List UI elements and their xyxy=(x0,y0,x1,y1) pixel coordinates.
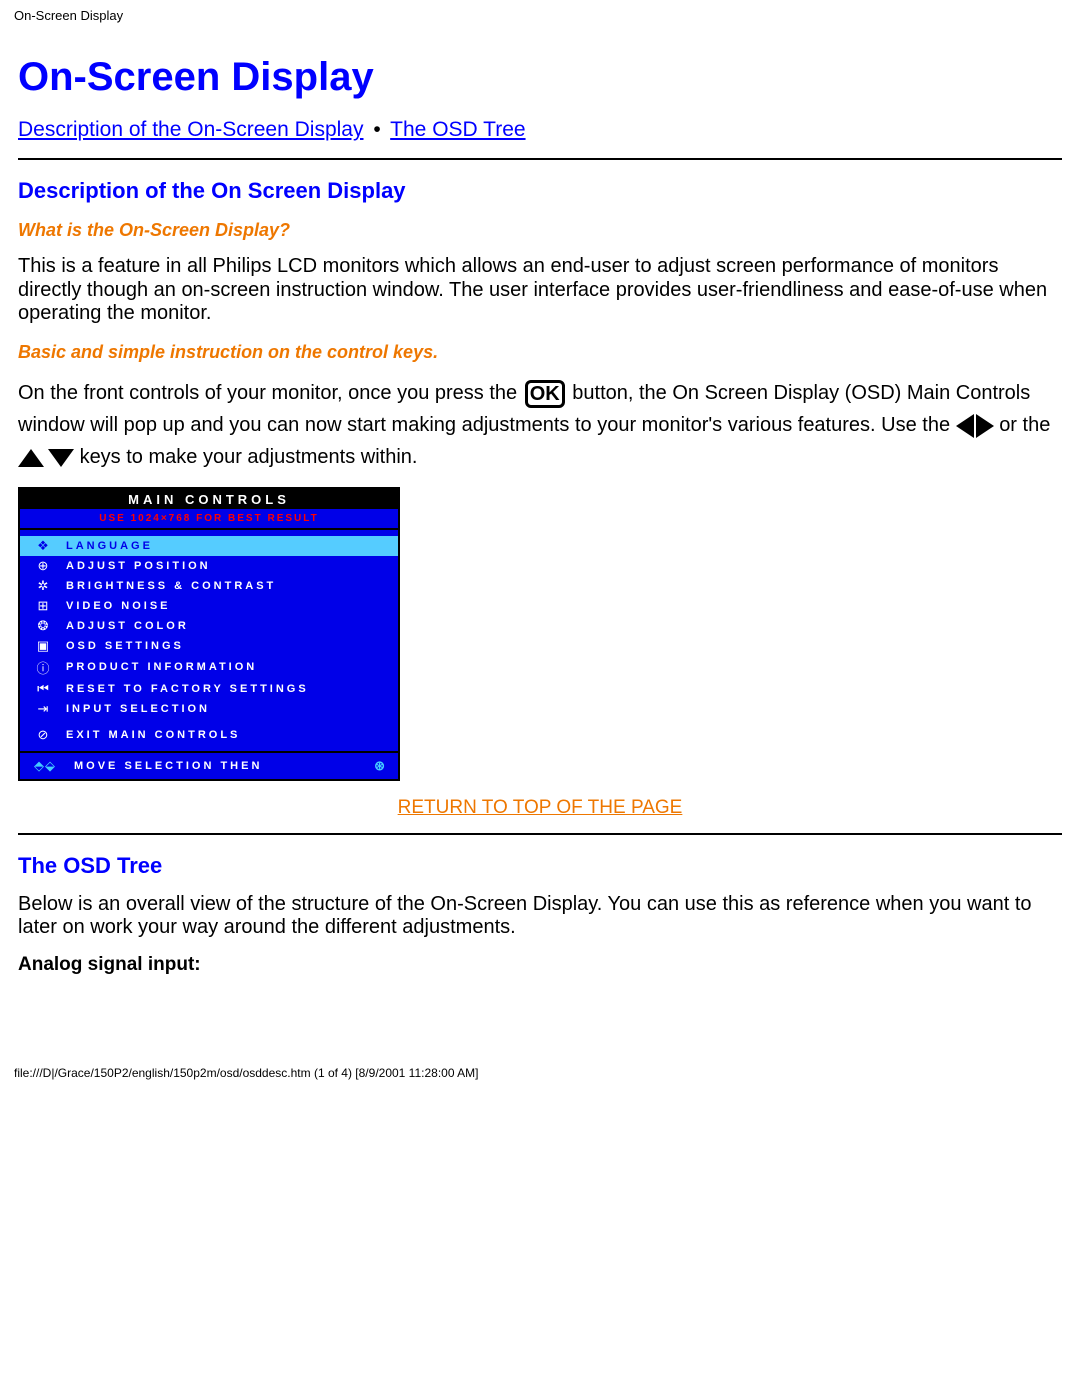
osd-title: MAIN CONTROLS xyxy=(20,489,398,509)
osd-footer-label: MOVE SELECTION THEN xyxy=(74,760,262,772)
osd-item-icon: ⊕ xyxy=(34,558,52,574)
osd-item-label: VIDEO NOISE xyxy=(66,600,171,612)
osd-item-label: ADJUST POSITION xyxy=(66,560,211,572)
return-to-top-wrap: RETURN TO TOP OF THE PAGE xyxy=(18,797,1062,819)
page-header-title: On-Screen Display xyxy=(0,0,1080,29)
osd-main-controls-panel: MAIN CONTROLS USE 1024×768 FOR BEST RESU… xyxy=(18,487,400,781)
osd-item-icon: ⊞ xyxy=(34,598,52,614)
osd-item-icon: ⓘ xyxy=(34,658,52,677)
osd-resolution-hint: USE 1024×768 FOR BEST RESULT xyxy=(20,509,398,530)
para-what-is-osd: This is a feature in all Philips LCD mon… xyxy=(18,255,1062,326)
return-to-top-link[interactable]: RETURN TO TOP OF THE PAGE xyxy=(398,797,683,818)
text-frag-c: keys to make your adjustments within. xyxy=(80,446,418,468)
osd-item: ⓘ PRODUCT INFORMATION xyxy=(20,656,398,679)
subhead-what-is-osd: What is the On-Screen Display? xyxy=(18,220,1062,241)
osd-item-label: OSD SETTINGS xyxy=(66,640,184,652)
osd-item: ⇥ INPUT SELECTION xyxy=(20,699,398,719)
osd-item: ❖ LANGUAGE xyxy=(20,536,398,556)
osd-item-label: ADJUST COLOR xyxy=(66,620,189,632)
osd-item-icon: ▣ xyxy=(34,638,52,654)
osd-item-icon: ❂ xyxy=(34,618,52,634)
osd-footer-ok-icon: ⊛ xyxy=(374,758,388,774)
page-title: On-Screen Display xyxy=(18,55,1062,100)
link-description-osd[interactable]: Description of the On-Screen Display xyxy=(18,118,364,141)
section-heading-description: Description of the On Screen Display xyxy=(18,178,1062,204)
arrow-right-icon xyxy=(976,414,994,438)
divider xyxy=(18,833,1062,835)
top-nav-links: Description of the On-Screen Display • T… xyxy=(18,118,1062,142)
subhead-analog-input: Analog signal input: xyxy=(18,954,1062,976)
para-osd-tree: Below is an overall view of the structur… xyxy=(18,893,1062,940)
osd-item-icon: ⇥ xyxy=(34,701,52,717)
osd-item: ⊕ ADJUST POSITION xyxy=(20,556,398,576)
page-content: On-Screen Display Description of the On-… xyxy=(0,29,1080,976)
osd-item: ❂ ADJUST COLOR xyxy=(20,616,398,636)
osd-item-icon: ❖ xyxy=(34,538,52,554)
osd-item-label: EXIT MAIN CONTROLS xyxy=(66,729,240,741)
nav-bullet: • xyxy=(373,118,380,141)
subhead-basic-instruction: Basic and simple instruction on the cont… xyxy=(18,342,1062,363)
osd-item: ⊞ VIDEO NOISE xyxy=(20,596,398,616)
osd-item-label: INPUT SELECTION xyxy=(66,703,210,715)
osd-item-label: RESET TO FACTORY SETTINGS xyxy=(66,683,309,695)
osd-item: ✲ BRIGHTNESS & CONTRAST xyxy=(20,576,398,596)
osd-item-icon: ⊘ xyxy=(34,727,52,743)
osd-menu-list: ❖ LANGUAGE ⊕ ADJUST POSITION ✲ BRIGHTNESS & C… xyxy=(20,530,398,751)
osd-footer: ⬘⬙ MOVE SELECTION THEN ⊛ xyxy=(20,751,398,779)
text-frag-a: On the front controls of your monitor, o… xyxy=(18,382,523,404)
osd-item-label: BRIGHTNESS & CONTRAST xyxy=(66,580,276,592)
osd-item-icon: ⏮ xyxy=(34,681,52,697)
arrow-down-icon xyxy=(48,449,74,467)
link-osd-tree[interactable]: The OSD Tree xyxy=(390,118,525,141)
arrow-up-icon xyxy=(18,449,44,467)
section-heading-osd-tree: The OSD Tree xyxy=(18,853,1062,879)
osd-item-label: PRODUCT INFORMATION xyxy=(66,661,257,673)
ok-button-icon: OK xyxy=(525,380,565,408)
osd-item-label: LANGUAGE xyxy=(66,540,153,552)
osd-item-icon: ✲ xyxy=(34,578,52,594)
text-frag-mid: or the xyxy=(999,414,1050,436)
divider xyxy=(18,158,1062,160)
arrow-left-icon xyxy=(956,414,974,438)
osd-item: ▣ OSD SETTINGS xyxy=(20,636,398,656)
osd-footer-move-icon: ⬘⬙ xyxy=(34,758,66,774)
osd-item: ⊘ EXIT MAIN CONTROLS xyxy=(20,725,398,745)
osd-item: ⏮ RESET TO FACTORY SETTINGS xyxy=(20,679,398,699)
para-control-keys: On the front controls of your monitor, o… xyxy=(18,377,1062,473)
page-footer-path: file:///D|/Grace/150P2/english/150p2m/os… xyxy=(0,1056,1080,1090)
